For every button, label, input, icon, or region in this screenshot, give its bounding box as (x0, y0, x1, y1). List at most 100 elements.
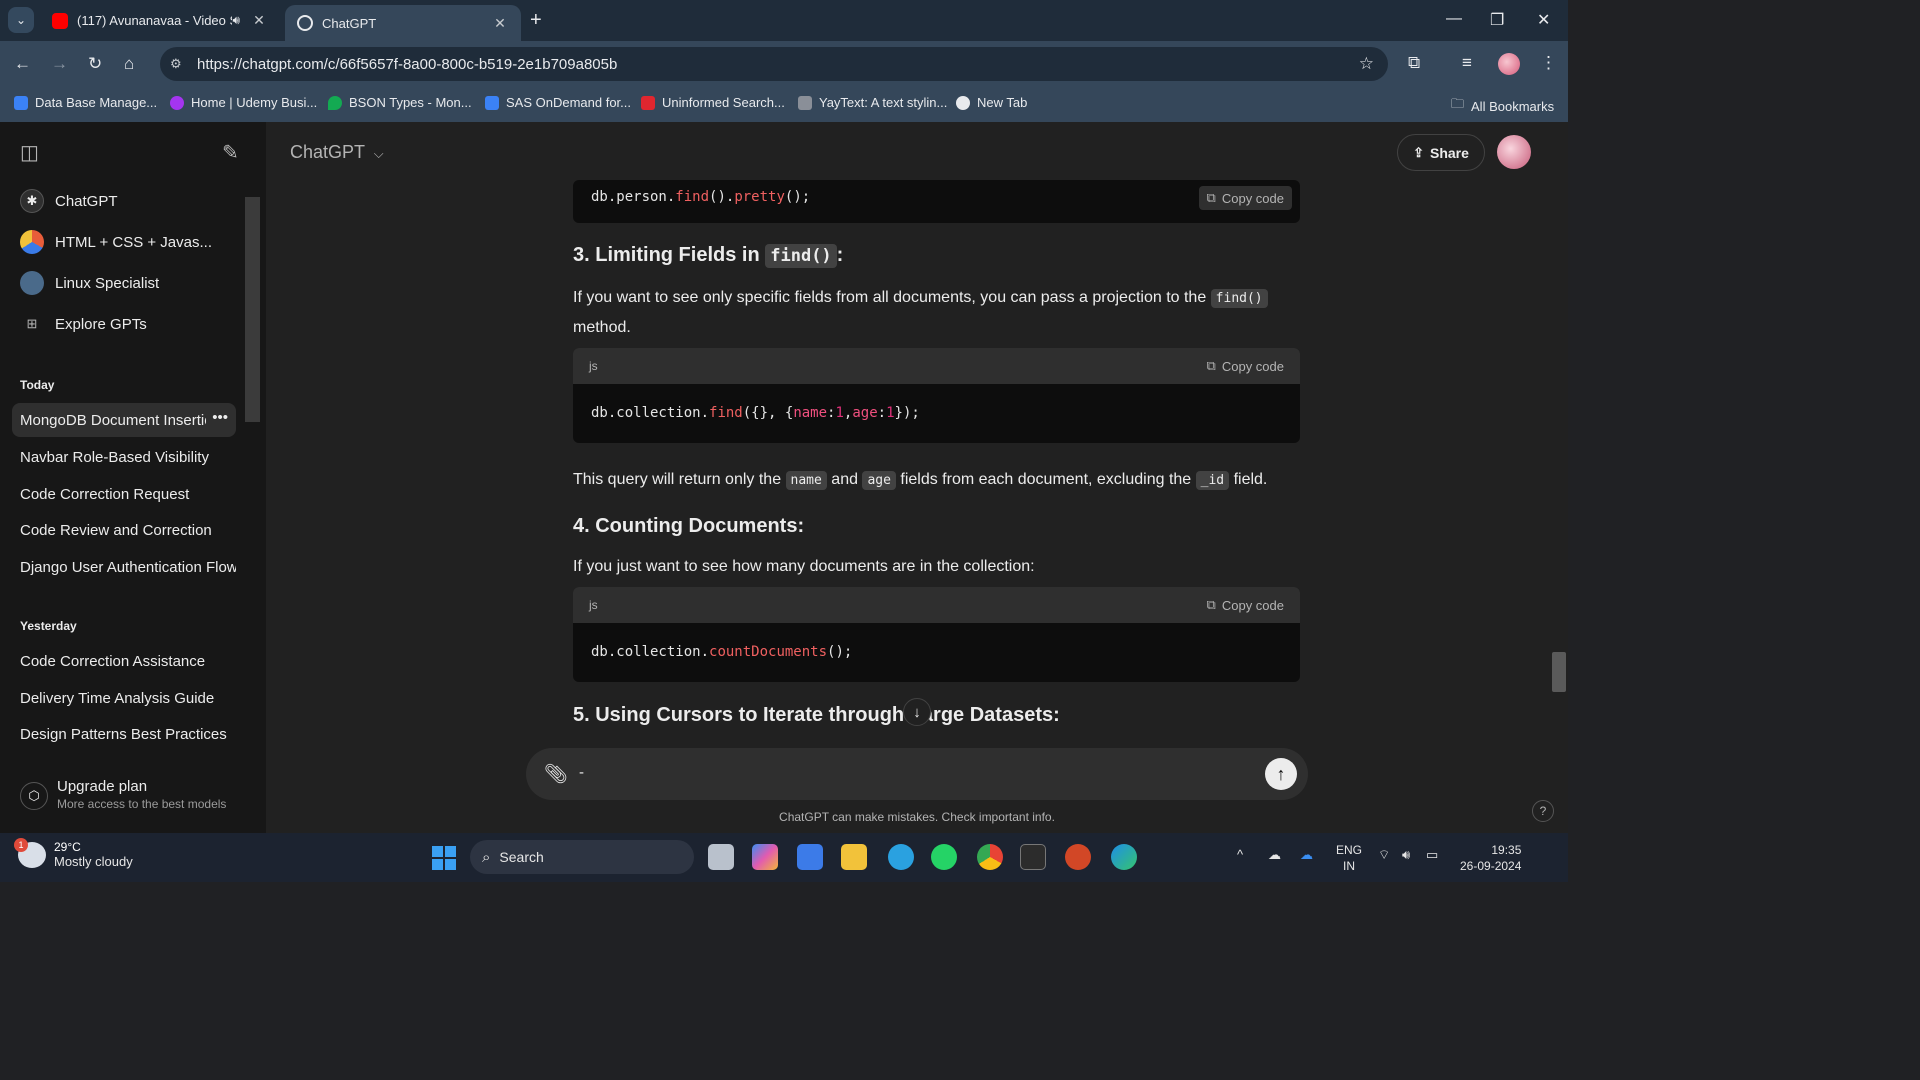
upgrade-title: Upgrade plan (57, 778, 148, 795)
tab-search-chevron-icon[interactable]: ⌄ (8, 7, 34, 33)
share-button[interactable]: ⇪ Share (1397, 134, 1485, 171)
all-bookmarks[interactable]: 🗀 All Bookmarks (1451, 95, 1554, 117)
restore-icon[interactable]: ❐ (1490, 10, 1504, 30)
telegram-icon[interactable] (888, 844, 914, 870)
sidebar-item-label: ChatGPT (55, 192, 118, 210)
weather-widget[interactable]: 1 29°C Mostly cloudy (14, 837, 133, 869)
windows-start-icon[interactable] (432, 846, 456, 870)
send-arrow-icon[interactable]: ↑ (1265, 758, 1297, 790)
scroll-down-arrow-icon[interactable]: ↓ (903, 698, 931, 726)
youtube-favicon-icon (52, 12, 68, 29)
sidebar-chat-item[interactable]: Design Patterns Best Practices (12, 717, 236, 751)
reload-icon[interactable]: ↻ (88, 54, 102, 74)
code-token: : (877, 405, 887, 421)
task-view-icon[interactable] (708, 844, 734, 870)
model-name: ChatGPT (290, 142, 365, 162)
extensions-icon[interactable]: ⧉ (1408, 53, 1420, 73)
address-bar[interactable]: ⚙ https://chatgpt.com/c/66f5657f-8a00-80… (160, 47, 1388, 81)
onedrive-blue-icon[interactable]: ☁ (1300, 847, 1313, 863)
user-avatar[interactable] (1497, 135, 1531, 169)
chevron-up-icon[interactable]: ^ (1237, 847, 1243, 862)
code-token: }); (894, 405, 920, 421)
heading-text: : (836, 244, 844, 266)
taskbar-search[interactable]: ⌕ Search (470, 840, 694, 874)
wifi-icon[interactable]: ⌔ (1378, 847, 1390, 863)
copy-code-button[interactable]: ⧉ Copy code (1198, 186, 1292, 210)
back-arrow-icon[interactable]: ← (14, 54, 31, 74)
tab-close-icon[interactable]: ✕ (491, 15, 509, 32)
bookmark-item[interactable]: BSON Types - Mon... (328, 95, 472, 110)
site-info-icon[interactable]: ⚙ (170, 56, 182, 72)
url-text[interactable]: https://chatgpt.com/c/66f5657f-8a00-800c… (197, 56, 617, 73)
paragraph-text: fields from each document, excluding the (895, 471, 1196, 488)
code-language: js (589, 359, 598, 373)
help-icon[interactable]: ? (1532, 800, 1554, 822)
onedrive-cloud-icon[interactable]: ☁ (1268, 847, 1281, 863)
sidebar-chat-item[interactable]: Delivery Time Analysis Guide (12, 681, 236, 715)
upgrade-plan-button[interactable]: ⬡ Upgrade plan More access to the best m… (20, 778, 226, 811)
sidebar-chat-item[interactable]: Code Correction Assistance (12, 644, 236, 678)
tab-youtube[interactable]: (117) Avunanavaa - Video S 🔊︎ ✕ (40, 0, 280, 41)
file-explorer-icon[interactable] (841, 844, 867, 870)
inline-code: name (785, 471, 827, 490)
code-content: db.person. find (). pretty (); (573, 182, 1300, 212)
bookmark-item[interactable]: New Tab (956, 95, 1027, 110)
sidebar-gpt-html[interactable]: HTML + CSS + Javas... (12, 223, 242, 261)
speaker-icon[interactable]: 🔊︎ (232, 13, 240, 28)
whatsapp-icon[interactable] (931, 844, 957, 870)
disclaimer: ChatGPT can make mistakes. Check importa… (779, 810, 1055, 824)
code-token: ({}, { (742, 405, 794, 421)
window-close-icon[interactable]: ✕ (1537, 10, 1550, 30)
bookmark-star-icon[interactable]: ☆ (1359, 54, 1374, 74)
sidebar-scrollbar[interactable] (245, 197, 260, 422)
new-chat-pencil-icon[interactable]: ✎ (222, 140, 239, 165)
sidebar-chat-item[interactable]: Navbar Role-Based Visibility (12, 440, 236, 474)
sidebar-toggle-icon[interactable]: ◫ (20, 140, 39, 165)
profile-avatar[interactable] (1498, 53, 1520, 75)
edge-icon[interactable] (1111, 844, 1137, 870)
copy-code-button[interactable]: ⧉ Copy code (1207, 597, 1284, 613)
bookmark-item[interactable]: YayText: A text stylin... (798, 95, 947, 110)
paragraph-text: and (826, 471, 863, 488)
system-clock[interactable]: 19:35 26-09-2024 (1460, 842, 1521, 874)
chevron-down-icon: ⌵ (373, 146, 384, 161)
bookmark-item[interactable]: Data Base Manage... (14, 95, 157, 110)
copilot-icon[interactable] (752, 844, 778, 870)
language-indicator[interactable]: ENG IN (1336, 842, 1362, 874)
store-icon[interactable] (797, 844, 823, 870)
sidebar-explore-gpts[interactable]: ⊞ Explore GPTs (12, 305, 242, 343)
media-control-icon[interactable]: ≡ (1462, 53, 1472, 73)
chat-options-icon[interactable]: ••• (206, 409, 228, 426)
menu-kebab-icon[interactable]: ⋮ (1540, 53, 1557, 73)
bookmark-item[interactable]: Home | Udemy Busi... (170, 95, 317, 110)
sidebar-chat-item[interactable]: MongoDB Document Insertion ••• (12, 403, 236, 437)
model-selector[interactable]: ChatGPT ⌵ (290, 142, 384, 163)
sidebar-chat-item[interactable]: Code Review and Correction (12, 513, 236, 547)
message-input[interactable]: - (579, 764, 584, 781)
battery-icon[interactable]: ▭ (1426, 847, 1438, 863)
forward-arrow-icon[interactable]: → (51, 54, 68, 74)
powerpoint-icon[interactable] (1065, 844, 1091, 870)
sidebar-gpt-linux[interactable]: Linux Specialist (12, 264, 242, 302)
tab-close-icon[interactable]: ✕ (250, 12, 268, 29)
sidebar-chat-item[interactable]: Django User Authentication Flow (12, 550, 236, 584)
paperclip-icon[interactable]: 📎︎ (544, 762, 568, 786)
terminal-icon[interactable] (1020, 844, 1046, 870)
language-code: ENG (1336, 843, 1363, 857)
share-icon: ⇪ (1413, 144, 1424, 160)
code-token: (); (827, 644, 853, 660)
copy-code-button[interactable]: ⧉ Copy code (1207, 358, 1284, 374)
bookmark-item[interactable]: SAS OnDemand for... (485, 95, 631, 110)
chrome-icon[interactable] (977, 844, 1003, 870)
main-scrollbar[interactable] (1552, 652, 1566, 692)
volume-icon[interactable]: 🔊︎ (1402, 847, 1410, 863)
minimize-icon[interactable]: — (1446, 10, 1462, 28)
database-icon (14, 95, 28, 110)
bookmark-item[interactable]: Uninformed Search... (641, 95, 785, 110)
sidebar-chat-item[interactable]: Code Correction Request (12, 477, 236, 511)
sidebar-gpt-chatgpt[interactable]: ✱ ChatGPT (12, 182, 242, 220)
home-icon[interactable]: ⌂ (124, 54, 134, 74)
new-tab-plus-icon[interactable]: + (530, 9, 542, 32)
tab-chatgpt[interactable]: ChatGPT ✕ (285, 5, 521, 41)
message-composer[interactable]: 📎︎ - ↑ (526, 748, 1308, 800)
